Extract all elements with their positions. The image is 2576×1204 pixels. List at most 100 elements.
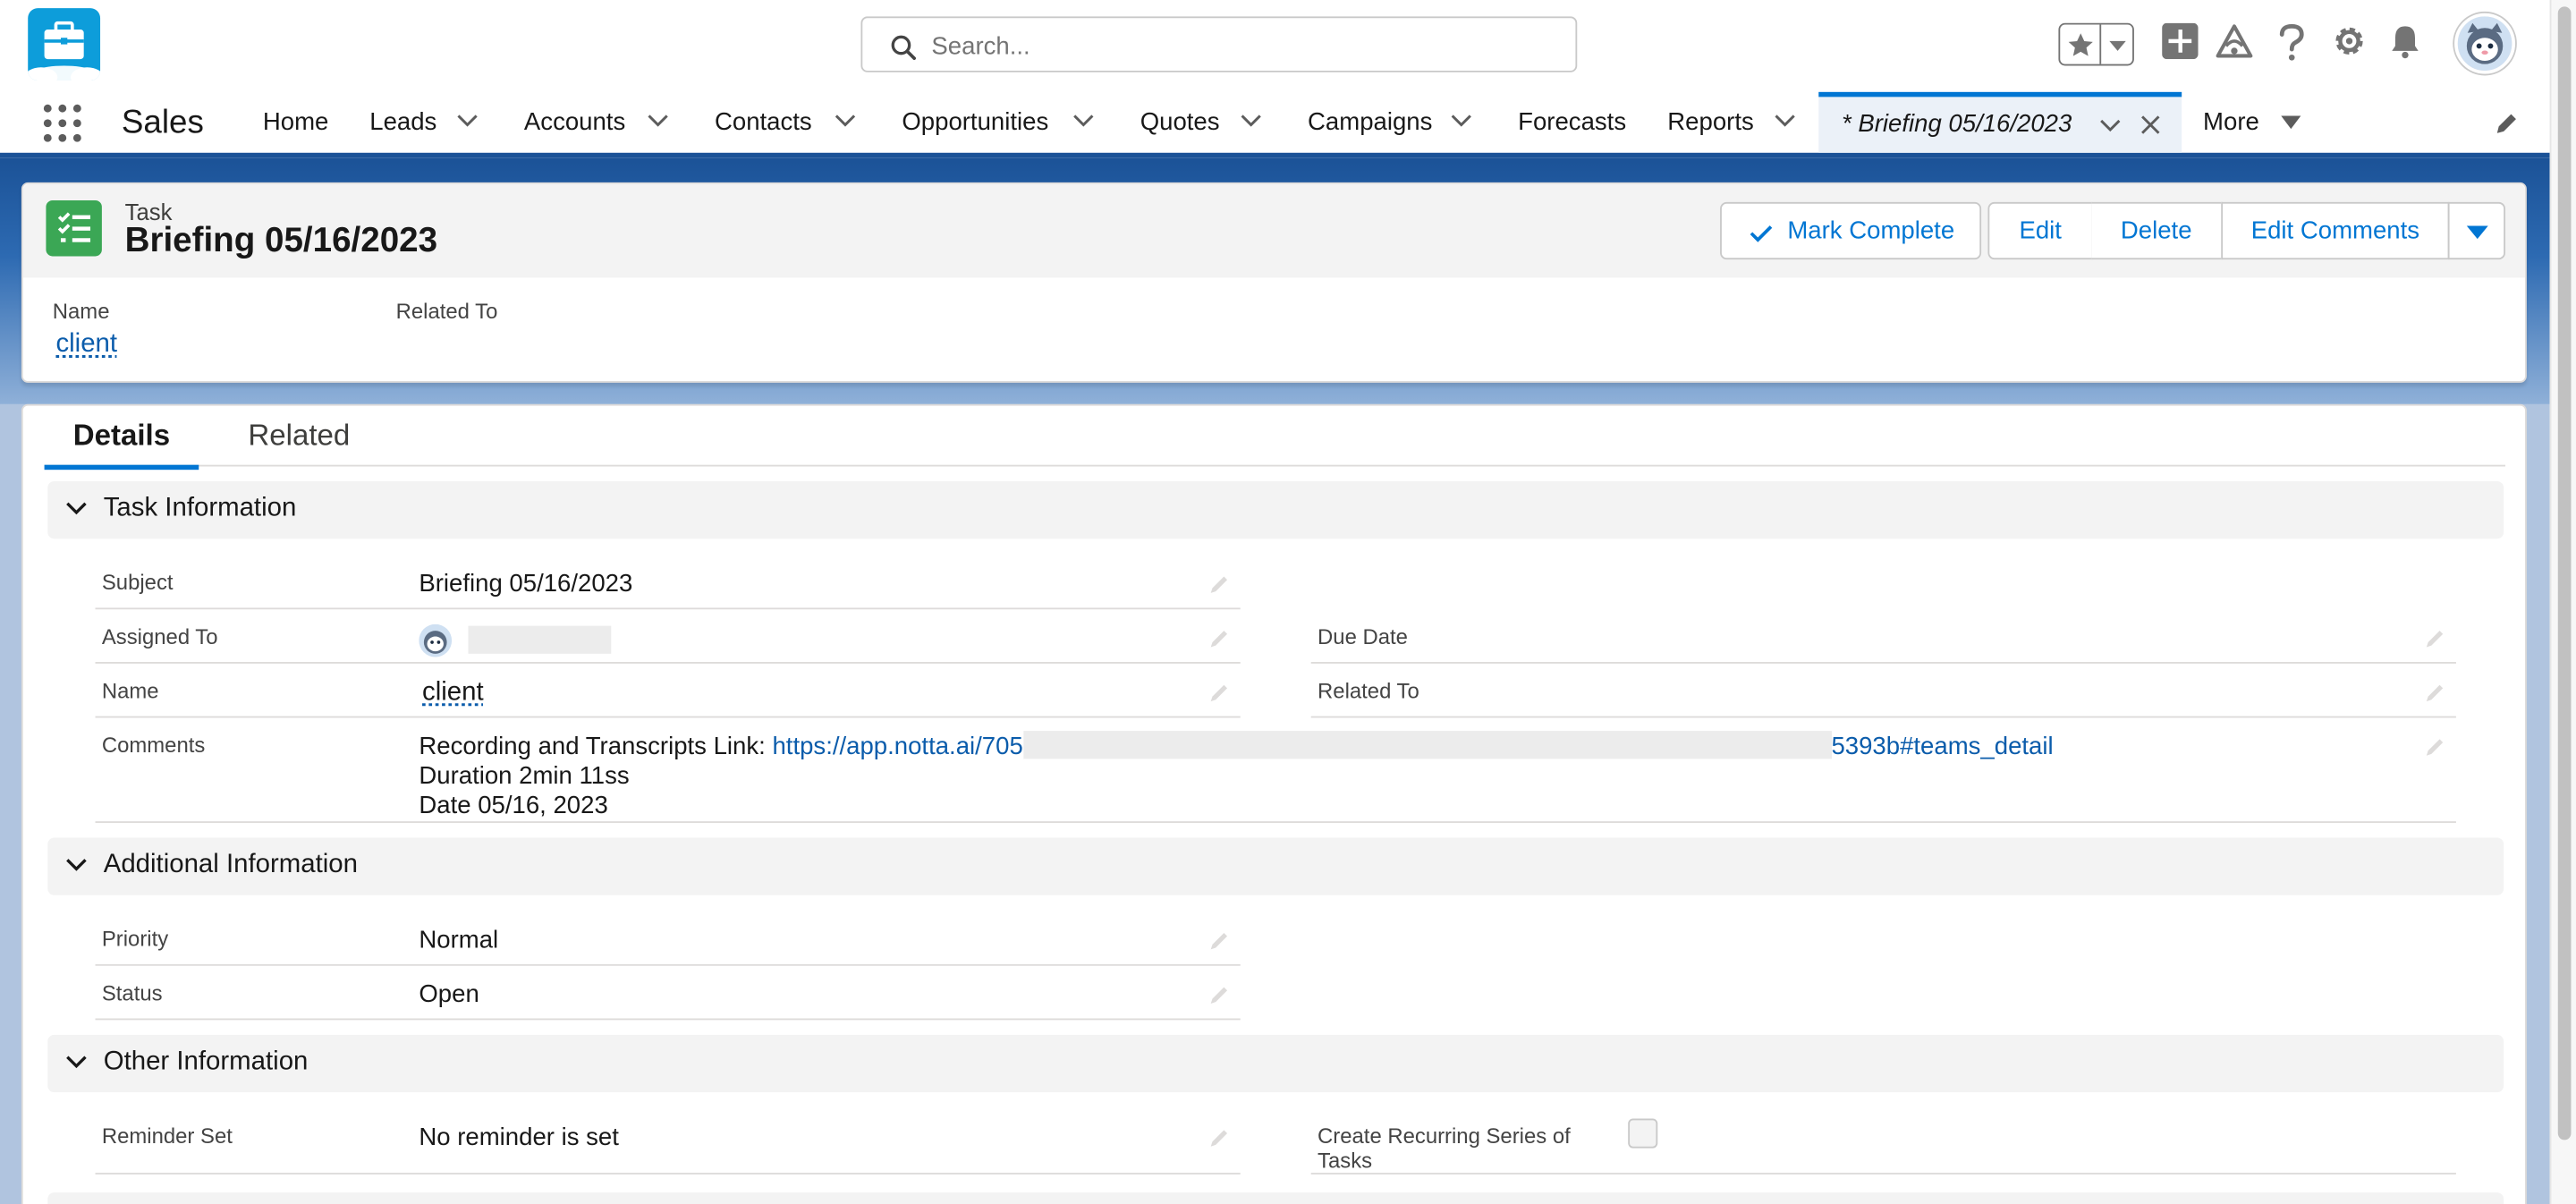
tab-briefing-record[interactable]: * Briefing 05/16/2023 [1818, 91, 2182, 153]
chevron-down-icon[interactable] [2099, 118, 2121, 133]
field-value: Recording and Transcripts Link: https://… [419, 731, 2054, 821]
app-logo[interactable] [28, 8, 101, 81]
more-actions-button[interactable] [2447, 201, 2506, 260]
field-label: Due Date [1318, 623, 1408, 649]
briefcase-icon [28, 21, 101, 81]
nav-item-contacts[interactable]: Contacts [715, 92, 812, 153]
global-actions-add-icon[interactable] [2162, 22, 2199, 60]
field-label: Status [101, 980, 163, 1005]
user-avatar-icon[interactable] [419, 623, 453, 657]
app-root: Sales Home Leads Accounts Contacts Oppor… [0, 0, 2576, 1204]
global-search[interactable] [860, 16, 1578, 72]
inline-edit-pencil-icon[interactable] [2425, 627, 2446, 649]
redacted-user-name[interactable] [468, 625, 612, 654]
inline-edit-pencil-icon[interactable] [1209, 929, 1231, 951]
field-label: Assigned To [101, 623, 218, 649]
user-avatar[interactable] [2454, 13, 2516, 74]
nav-item-forecasts[interactable]: Forecasts [1518, 92, 1626, 153]
inline-edit-pencil-icon[interactable] [1209, 682, 1231, 703]
navigation-bar: Sales Home Leads Accounts Contacts Oppor… [0, 91, 2550, 158]
inline-edit-pencil-icon[interactable] [1209, 984, 1231, 1005]
check-icon [1750, 225, 1773, 242]
chevron-down-icon[interactable] [1241, 114, 1262, 129]
tab-related[interactable]: Related [248, 419, 350, 454]
caret-down-icon[interactable] [2280, 115, 2301, 131]
field-value: Open [419, 980, 479, 1009]
favorites-divider [2099, 24, 2102, 64]
scrollbar-thumb[interactable] [2557, 6, 2572, 1140]
record-header: Task Briefing 05/16/2023 Mark Complete E… [22, 183, 2526, 278]
notification-bell-icon[interactable] [2387, 23, 2423, 59]
record-tabs: Details Related [44, 406, 2506, 471]
trailhead-icon[interactable] [2215, 23, 2254, 63]
close-icon[interactable] [2140, 115, 2160, 135]
comments-recording-link[interactable]: https://app.notta.ai/705 [772, 733, 1022, 760]
section-task-information[interactable]: Task Information [47, 481, 2504, 539]
inline-edit-pencil-icon[interactable] [2425, 682, 2446, 703]
section-other-information[interactable]: Other Information [47, 1034, 2504, 1093]
inline-edit-pencil-icon[interactable] [1209, 573, 1231, 595]
delete-button[interactable]: Delete [2091, 201, 2224, 260]
caret-down-icon [2466, 225, 2488, 240]
comments-prefix: Recording and Transcripts Link: [419, 732, 773, 761]
chevron-down-icon[interactable] [457, 114, 479, 129]
field-label: Priority [101, 926, 169, 952]
field-name: Name client [95, 672, 1241, 718]
chevron-down-icon[interactable] [1451, 114, 1472, 129]
nav-item-reports[interactable]: Reports [1667, 92, 1753, 153]
record-actions: Mark Complete Edit Delete Edit Comments [1720, 201, 2506, 260]
nav-item-accounts[interactable]: Accounts [524, 92, 625, 153]
section-title: Additional Information [103, 851, 358, 879]
field-assigned-to: Assigned To [95, 617, 1241, 664]
edit-nav-pencil-icon[interactable] [2494, 112, 2519, 137]
nav-item-campaigns[interactable]: Campaigns [1308, 92, 1432, 153]
field-subject: Subject Briefing 05/16/2023 [95, 564, 1241, 610]
search-icon [891, 35, 916, 61]
nav-item-quotes[interactable]: Quotes [1140, 92, 1220, 153]
highlight-name-link[interactable]: client [55, 330, 117, 360]
inline-edit-pencil-icon[interactable] [2425, 736, 2446, 758]
search-input[interactable] [931, 30, 1556, 63]
nav-item-opportunities[interactable]: Opportunities [902, 92, 1048, 153]
edit-comments-button[interactable]: Edit Comments [2221, 201, 2450, 260]
chevron-down-icon[interactable] [1072, 114, 1094, 129]
recurring-checkbox[interactable] [1628, 1118, 1658, 1149]
tab-details[interactable]: Details [44, 419, 199, 471]
help-icon[interactable] [2275, 23, 2309, 63]
inline-edit-pencil-icon[interactable] [1209, 1127, 1231, 1149]
field-status: Status Open [95, 974, 1241, 1021]
setup-gear-icon[interactable] [2331, 23, 2367, 59]
field-label: Subject [101, 570, 174, 595]
global-header [0, 0, 2550, 92]
chevron-down-icon[interactable] [648, 114, 669, 129]
tab-details-label: Details [72, 419, 171, 452]
app-name: Sales [121, 105, 204, 141]
chevron-down-icon [66, 502, 87, 515]
favorites-button[interactable] [2058, 22, 2134, 66]
highlight-name-label: Name [52, 299, 110, 324]
mark-complete-label: Mark Complete [1787, 216, 1955, 245]
chevron-down-icon[interactable] [1775, 114, 1796, 129]
section-title: Other Information [103, 1047, 309, 1076]
record-highlights: Task Briefing 05/16/2023 Mark Complete E… [21, 182, 2527, 383]
comments-recording-link-end[interactable]: 5393b#teams_detail [1831, 733, 2053, 760]
page-scrollbar[interactable] [2549, 0, 2576, 1204]
section-additional-information[interactable]: Additional Information [47, 837, 2504, 895]
chevron-down-icon[interactable] [835, 114, 856, 129]
field-label: Reminder Set [101, 1123, 233, 1149]
nav-more[interactable]: More [2203, 92, 2259, 153]
nav-item-leads[interactable]: Leads [369, 92, 436, 153]
edit-button[interactable]: Edit [1987, 201, 2093, 260]
app-launcher-icon[interactable] [43, 104, 82, 143]
field-value [419, 623, 612, 657]
highlight-related-label: Related To [395, 299, 498, 324]
nav-item-home[interactable]: Home [263, 92, 328, 153]
chevron-down-icon[interactable] [2108, 39, 2128, 53]
mark-complete-button[interactable]: Mark Complete [1720, 201, 1982, 260]
field-label: Related To [1318, 678, 1419, 703]
name-link[interactable]: client [422, 678, 484, 708]
field-value: Briefing 05/16/2023 [419, 570, 633, 598]
field-label: Comments [101, 732, 206, 758]
section-next[interactable] [47, 1192, 2504, 1204]
inline-edit-pencil-icon[interactable] [1209, 627, 1231, 649]
